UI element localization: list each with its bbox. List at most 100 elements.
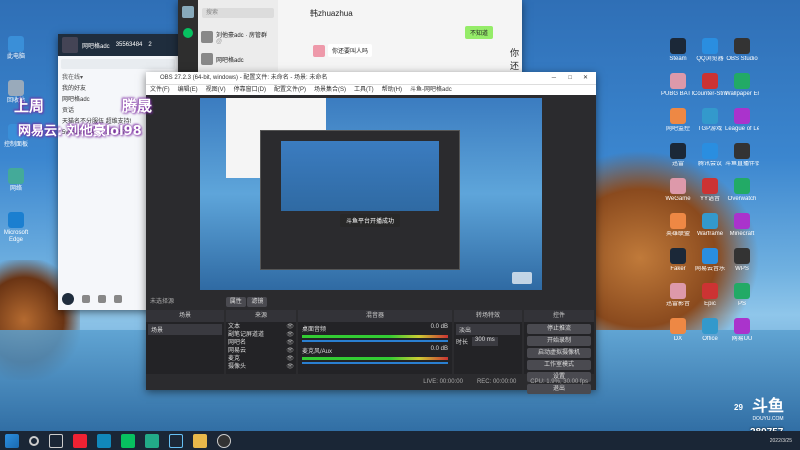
chat-list-item[interactable]: 网吧格adc: [198, 48, 278, 70]
qq-menu-icon[interactable]: [62, 293, 74, 305]
visibility-icon[interactable]: 👁: [286, 363, 294, 371]
taskbar-folder-icon[interactable]: [193, 433, 207, 448]
chat-text: 网吧格adc: [216, 55, 244, 64]
source-item[interactable]: 文本 👁: [228, 323, 294, 331]
qq-header: 网吧格adc 35563484 2: [58, 34, 178, 56]
taskbar-wechat-icon[interactable]: [121, 433, 135, 448]
transition-select[interactable]: 淡出: [456, 324, 520, 335]
menu-item[interactable]: 编辑(E): [178, 85, 198, 95]
desktop-icon[interactable]: OBS Studio: [725, 38, 759, 63]
source-item[interactable]: 网吧名 👁: [228, 339, 294, 347]
desktop-icon-label: OBS Studio: [726, 56, 758, 62]
desktop-icon[interactable]: Microsoft Edge: [0, 212, 36, 244]
qq-file-icon[interactable]: [98, 295, 106, 303]
wechat-avatar[interactable]: [182, 6, 194, 18]
desktop-icon[interactable]: Overwatch: [725, 178, 759, 203]
menu-item[interactable]: 场景集合(S): [314, 85, 346, 95]
desktop-icon[interactable]: YY语音: [693, 178, 727, 203]
taskbar-obs-icon[interactable]: [217, 433, 231, 448]
source-item[interactable]: 副笔记屏道道 👁: [228, 331, 294, 339]
volume-meter: [302, 357, 448, 360]
desktop-icon[interactable]: 迅雷影音: [661, 283, 695, 308]
close-icon[interactable]: ✕: [583, 72, 588, 84]
scene-item[interactable]: 场景: [148, 324, 222, 335]
desktop-app-icon: [8, 168, 24, 184]
desktop-icon[interactable]: PUBG BATTLEGR.: [661, 73, 695, 98]
properties-button[interactable]: 属性: [225, 297, 246, 307]
desktop-icon[interactable]: Office: [693, 318, 727, 343]
qq-search-bar[interactable]: [61, 59, 175, 69]
visibility-icon[interactable]: 👁: [286, 323, 294, 331]
avatar[interactable]: [62, 37, 78, 53]
visibility-icon[interactable]: 👁: [286, 355, 294, 363]
desktop-icon[interactable]: 迅雷: [661, 143, 695, 168]
desktop-icon[interactable]: Warframe: [693, 213, 727, 238]
obs-window[interactable]: OBS 27.2.3 (64-bit, windows) - 配置文件: 未命名…: [146, 72, 596, 394]
search-icon[interactable]: [29, 435, 39, 446]
taskbar-qq-icon[interactable]: [97, 433, 111, 448]
filters-button[interactable]: 滤镜: [247, 297, 268, 307]
desktop-icon[interactable]: QQ浏览器: [693, 38, 727, 63]
maximize-icon[interactable]: □: [568, 72, 572, 84]
chat-list-item[interactable]: 刘他豪adc · 房管群 @: [198, 26, 278, 48]
start-button[interactable]: [5, 433, 19, 448]
qq-settings-icon[interactable]: [114, 295, 122, 303]
desktop-icon[interactable]: Epic: [693, 283, 727, 308]
desktop-icon-label: Counter-Strike Global Off.: [693, 91, 727, 97]
control-button[interactable]: 开始录制: [527, 336, 591, 346]
source-item[interactable]: 摄像头 👁: [228, 363, 294, 371]
desktop-icon[interactable]: Counter-Strike Global Off.: [693, 73, 727, 98]
overlay-line1-right: 腾晟: [122, 97, 153, 115]
minimize-icon[interactable]: ─: [552, 72, 556, 84]
taskbar-edge-icon[interactable]: [145, 433, 159, 448]
source-item[interactable]: 麦克 👁: [228, 355, 294, 363]
menu-item[interactable]: 帮助(H): [382, 85, 402, 95]
control-button[interactable]: 启动虚拟摄像机: [527, 348, 591, 358]
desktop-icon[interactable]: 网吧监控: [661, 108, 695, 133]
menu-item[interactable]: 视图(V): [206, 85, 226, 95]
taskbar-app-red-icon[interactable]: [73, 433, 87, 448]
desktop-icon[interactable]: PS: [725, 283, 759, 308]
desktop-icon[interactable]: DX: [661, 318, 695, 343]
desktop-icon-label: Wallpaper Engine: [725, 91, 759, 97]
desktop-icon[interactable]: 腾讯会议: [693, 143, 727, 168]
desktop-icon[interactable]: WeGame: [661, 178, 695, 203]
control-button[interactable]: 停止推流: [527, 324, 591, 334]
visibility-icon[interactable]: 👁: [286, 339, 294, 347]
qq-mic-icon[interactable]: [82, 295, 90, 303]
menu-item[interactable]: 停靠窗口(D): [234, 85, 266, 95]
desktop-icon[interactable]: Minecraft: [725, 213, 759, 238]
desktop-icon[interactable]: 此电脑: [0, 36, 36, 61]
desktop-icon[interactable]: 斗鱼直播伴侣: [725, 143, 759, 168]
wechat-window[interactable]: 搜索 刘他豪adc · 房管群@ 网吧格adc 韩zhuazhua 不知道 你还要…: [178, 0, 522, 123]
desktop-icon-label: 迅雷: [671, 161, 684, 167]
desktop-icon[interactable]: 网易UU: [725, 318, 759, 343]
desktop-icon[interactable]: WPS: [725, 248, 759, 273]
cpu-status: CPU: 1.9%, 30.00 fps: [530, 379, 588, 385]
volume-slider[interactable]: [302, 340, 448, 342]
control-button[interactable]: 工作室模式: [527, 360, 591, 370]
duration-input[interactable]: 300 ms: [472, 337, 498, 346]
visibility-icon[interactable]: 👁: [286, 331, 294, 339]
desktop-icon[interactable]: TGP游戏: [693, 108, 727, 133]
desktop-icon[interactable]: 英雄联盟: [661, 213, 695, 238]
menu-item[interactable]: 配置文件(P): [274, 85, 306, 95]
task-view-icon[interactable]: [49, 433, 63, 448]
desktop-icon[interactable]: Faker: [661, 248, 695, 273]
menu-item[interactable]: 斗鱼-网吧格adc: [410, 85, 452, 95]
wechat-search-input[interactable]: 搜索: [202, 8, 274, 18]
desktop-icon[interactable]: League of Legends: [725, 108, 759, 133]
desktop-icon[interactable]: 网易云音乐: [693, 248, 727, 273]
desktop-icon[interactable]: 网络: [0, 168, 36, 193]
duration-label: 时长: [456, 340, 469, 346]
volume-slider[interactable]: [302, 362, 448, 364]
chat-icon[interactable]: [183, 28, 193, 38]
desktop-icon[interactable]: Wallpaper Engine: [725, 73, 759, 98]
visibility-icon[interactable]: 👁: [286, 347, 294, 355]
desktop-icon[interactable]: Steam: [661, 38, 695, 63]
menu-item[interactable]: 工具(T): [354, 85, 374, 95]
taskbar-steam-icon[interactable]: [169, 433, 183, 448]
source-item[interactable]: 网易云 👁: [228, 347, 294, 355]
obs-preview[interactable]: 斗鱼平台开播成功: [200, 98, 542, 290]
menu-item[interactable]: 文件(F): [150, 85, 170, 95]
